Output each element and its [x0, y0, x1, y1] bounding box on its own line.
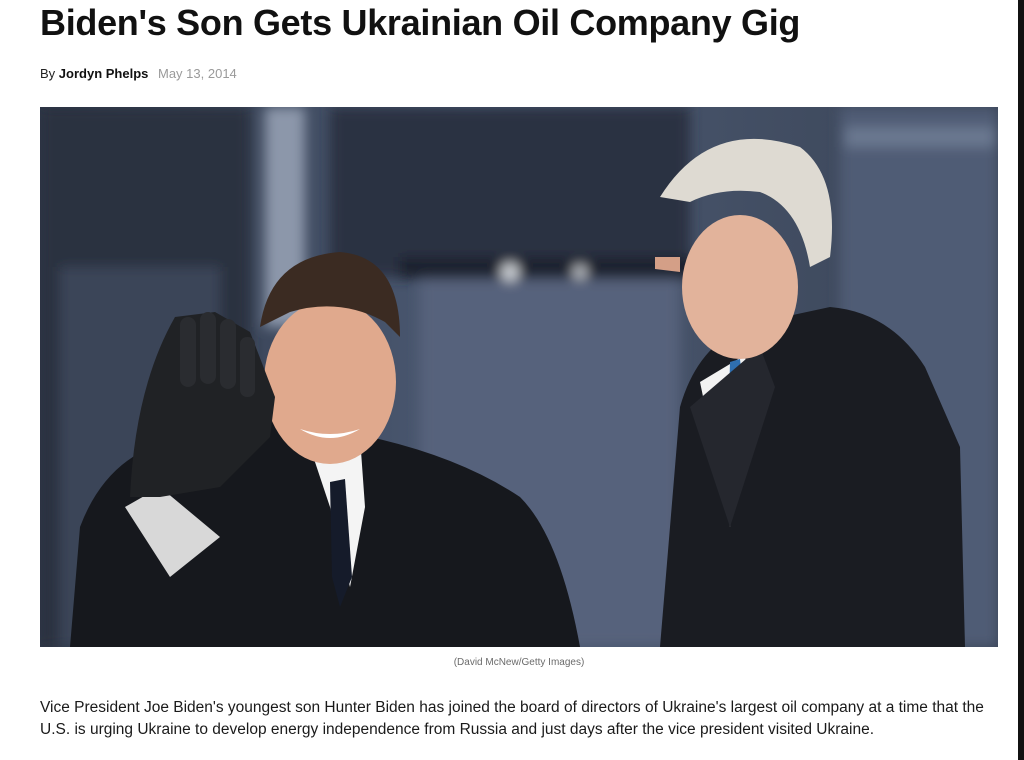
article-photo	[40, 107, 998, 647]
publish-date: May 13, 2014	[158, 66, 237, 81]
byline: By Jordyn Phelps May 13, 2014	[40, 66, 237, 81]
article-headline: Biden's Son Gets Ukrainian Oil Company G…	[40, 2, 801, 43]
byline-prefix: By	[40, 66, 56, 81]
photo-caption: (David McNew/Getty Images)	[453, 657, 585, 668]
window-edge	[1018, 0, 1024, 760]
article-body: Vice President Joe Biden's youngest son …	[40, 699, 984, 738]
author-link[interactable]: Jordyn Phelps	[59, 66, 149, 81]
